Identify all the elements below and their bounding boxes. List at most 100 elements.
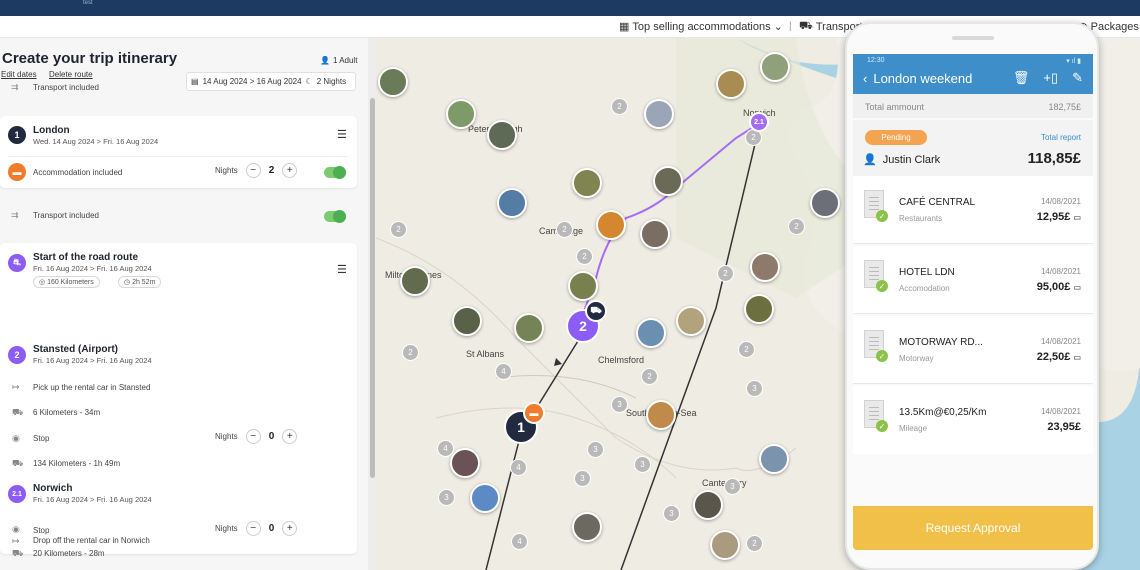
increment-button[interactable]: + <box>282 521 298 536</box>
map-cluster[interactable]: 2 <box>788 218 805 235</box>
map-cluster[interactable]: 3 <box>587 441 604 458</box>
card-icon: ▭ <box>1073 213 1081 222</box>
expense-amount-value: 12,95£ <box>1036 211 1071 223</box>
map-cluster[interactable]: 3 <box>663 505 680 522</box>
stop-marker-2-1[interactable]: 2.1 <box>749 112 769 132</box>
photo-pin[interactable] <box>446 99 476 129</box>
distance-pill: ◎ 160 Kilometers <box>33 276 100 288</box>
map-cluster[interactable]: 2 <box>746 535 763 552</box>
photo-pin[interactable] <box>760 52 790 82</box>
decrement-button[interactable]: − <box>245 521 261 536</box>
map-cluster[interactable]: 3 <box>724 478 741 495</box>
photo-pin[interactable] <box>378 67 408 97</box>
dropoff-icon: ↦ <box>12 536 20 546</box>
map-cluster[interactable]: 2 <box>576 248 593 265</box>
car-marker-icon[interactable]: ⛟ <box>585 300 607 322</box>
top-selling-label: Top selling accommodations <box>632 20 771 33</box>
scrollbar-thumb[interactable] <box>370 98 375 478</box>
map-cluster[interactable]: 4 <box>511 533 528 550</box>
photo-pin[interactable] <box>596 210 626 240</box>
nights-label: Nights <box>215 524 238 533</box>
hotel-marker-icon[interactable]: ▬ <box>523 402 545 424</box>
expense-item[interactable]: ✓ HOTEL LDN Accomodation 14/08/2021 95,0… <box>853 246 1093 314</box>
map-cluster[interactable]: 2 <box>717 265 734 282</box>
map-cluster[interactable]: 2 <box>738 341 755 358</box>
photo-pin[interactable] <box>640 219 670 249</box>
photo-pin[interactable] <box>400 266 430 296</box>
edit-icon[interactable]: ✎ <box>1072 70 1083 86</box>
transport-toggle[interactable] <box>324 210 346 223</box>
expense-item[interactable]: ✓ 13.5Km@€0,25/Km Mileage 14/08/2021 23,… <box>853 386 1093 454</box>
photo-pin[interactable] <box>810 188 840 218</box>
map-cluster[interactable]: 2 <box>611 98 628 115</box>
total-report-link[interactable]: Total report <box>1041 133 1081 142</box>
add-receipt-icon[interactable]: +▯ <box>1043 70 1058 86</box>
map-cluster[interactable]: 4 <box>510 459 527 476</box>
accommodation-toggle[interactable] <box>324 166 346 179</box>
decrement-button[interactable]: − <box>245 163 261 178</box>
stop-dates: Wed. 14 Aug 2024 > Fri. 16 Aug 2024 <box>33 137 159 146</box>
photo-pin[interactable] <box>744 294 774 324</box>
transport-icon: ⇉ <box>11 210 19 220</box>
car-icon: ⛟ <box>12 407 24 417</box>
photo-pin[interactable] <box>759 444 789 474</box>
expense-item[interactable]: ✓ CAFÉ CENTRAL Restaurants 14/08/2021 12… <box>853 176 1093 244</box>
photo-pin[interactable] <box>568 271 598 301</box>
photo-pin[interactable] <box>644 99 674 129</box>
photo-pin[interactable] <box>470 483 500 513</box>
map-cluster[interactable]: 4 <box>495 363 512 380</box>
photo-pin[interactable] <box>514 313 544 343</box>
expense-title: HOTEL LDN <box>899 267 955 278</box>
delete-route-link[interactable]: Delete route <box>49 70 93 79</box>
divider <box>8 156 348 157</box>
map-cluster[interactable]: 3 <box>574 470 591 487</box>
photo-pin[interactable] <box>653 166 683 196</box>
header-subtitle: test <box>83 0 93 6</box>
photo-pin[interactable] <box>572 168 602 198</box>
map-cluster[interactable]: 2 <box>556 221 573 238</box>
photo-pin[interactable] <box>646 400 676 430</box>
photo-pin[interactable] <box>487 120 517 150</box>
date-range: 14 Aug 2024 > 16 Aug 2024 <box>202 77 302 86</box>
photo-pin[interactable] <box>636 318 666 348</box>
employee-amount: 118,85£ <box>1027 150 1081 167</box>
menu-icon[interactable]: ☰ <box>337 128 347 141</box>
edit-dates-link[interactable]: Edit dates <box>1 70 37 79</box>
stop-icon: ◉ <box>12 433 20 443</box>
arrow-icon <box>554 358 562 366</box>
map-cluster[interactable]: 4 <box>437 440 454 457</box>
photo-pin[interactable] <box>716 69 746 99</box>
expense-amount-value: 22,50£ <box>1036 351 1071 363</box>
map-cluster[interactable]: 2 <box>390 221 407 238</box>
menu-icon[interactable]: ☰ <box>337 263 347 276</box>
map-cluster[interactable]: 3 <box>438 489 455 506</box>
photo-pin[interactable] <box>676 306 706 336</box>
request-approval-button[interactable]: Request Approval <box>853 506 1093 550</box>
adults-selector[interactable]: 👤 1 Adult <box>320 56 357 65</box>
trash-icon[interactable]: 🗑 <box>1013 70 1030 86</box>
map-cluster[interactable]: 2 <box>402 344 419 361</box>
photo-pin[interactable] <box>450 448 480 478</box>
stop-dates: Fri. 16 Aug 2024 > Fri. 16 Aug 2024 <box>33 495 152 504</box>
top-selling-dropdown[interactable]: ▦ Top selling accommodations ⌄ <box>619 20 783 34</box>
stop-dates: Fri. 16 Aug 2024 > Fri. 16 Aug 2024 <box>33 356 152 365</box>
decrement-button[interactable]: − <box>245 429 261 444</box>
photo-pin[interactable] <box>750 252 780 282</box>
map-cluster[interactable]: 3 <box>746 380 763 397</box>
increment-button[interactable]: + <box>282 163 298 178</box>
stop-icon: ◉ <box>12 524 20 534</box>
place-label: Chelmsford <box>598 355 645 365</box>
moon-icon: ☾ <box>305 77 313 86</box>
map-cluster[interactable]: 3 <box>634 456 651 473</box>
photo-pin[interactable] <box>572 512 602 542</box>
expense-item[interactable]: ✓ MOTORWAY RD... Motorway 14/08/2021 22,… <box>853 316 1093 384</box>
back-icon[interactable]: ‹ <box>863 71 867 86</box>
photo-pin[interactable] <box>497 188 527 218</box>
photo-pin[interactable] <box>710 530 740 560</box>
map-cluster[interactable]: 3 <box>611 396 628 413</box>
date-range-box[interactable]: ▤ 14 Aug 2024 > 16 Aug 2024 ☾ 2 Nights <box>186 72 356 91</box>
map-cluster[interactable]: 2 <box>641 368 658 385</box>
photo-pin[interactable] <box>452 306 482 336</box>
increment-button[interactable]: + <box>282 429 298 444</box>
photo-pin[interactable] <box>693 490 723 520</box>
